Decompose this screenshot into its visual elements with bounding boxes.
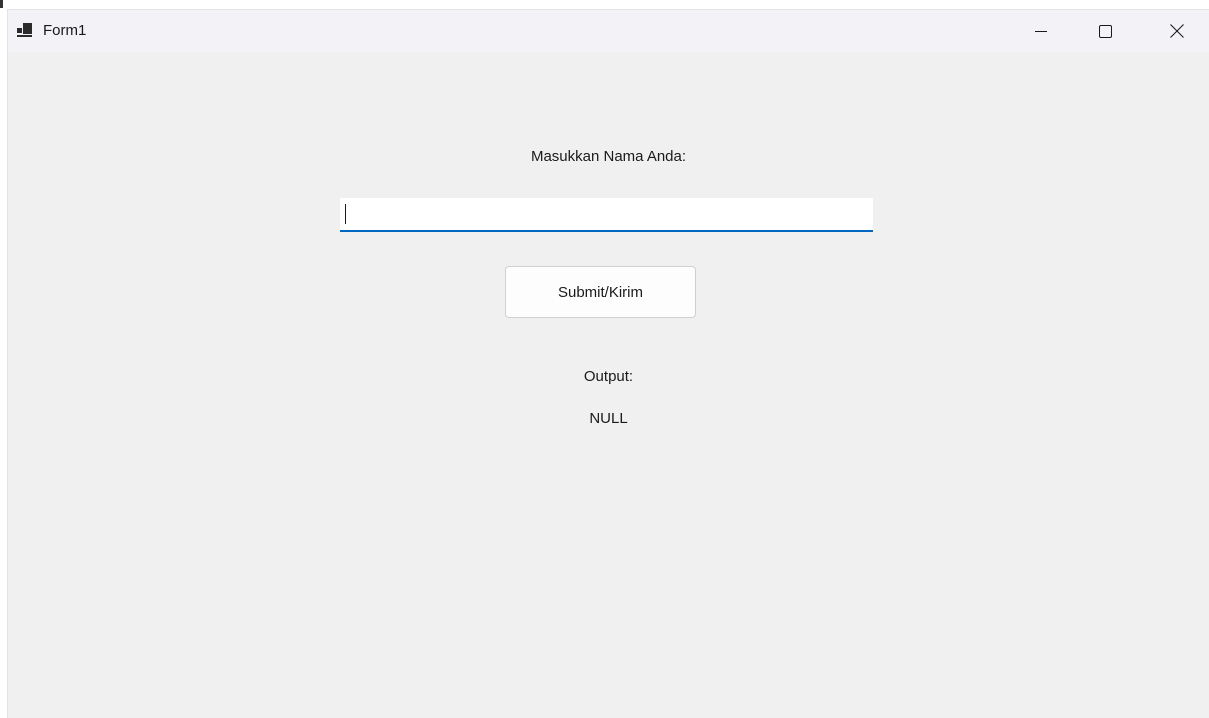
- app-form-icon: [17, 23, 32, 37]
- window-title: Form1: [43, 22, 87, 39]
- submit-button[interactable]: Submit/Kirim: [505, 266, 696, 318]
- title-bar[interactable]: Form1: [8, 10, 1209, 52]
- name-prompt-label: Masukkan Nama Anda:: [530, 148, 687, 165]
- name-input[interactable]: [340, 198, 873, 232]
- close-button[interactable]: [1145, 10, 1209, 52]
- maximize-icon: [1098, 24, 1112, 38]
- output-label: Output:: [583, 368, 634, 385]
- form-window: Form1 Masukkan Nama Anda: Submit/Kirim O…: [8, 10, 1209, 718]
- text-caret: [345, 204, 346, 224]
- form-client-area: Masukkan Nama Anda: Submit/Kirim Output:…: [8, 52, 1209, 718]
- screen-edge-mark: [0, 0, 3, 8]
- minimize-icon: [1035, 31, 1047, 32]
- minimize-button[interactable]: [1009, 10, 1073, 52]
- close-icon: [1170, 24, 1184, 38]
- maximize-button[interactable]: [1073, 10, 1137, 52]
- output-value: NULL: [589, 410, 628, 427]
